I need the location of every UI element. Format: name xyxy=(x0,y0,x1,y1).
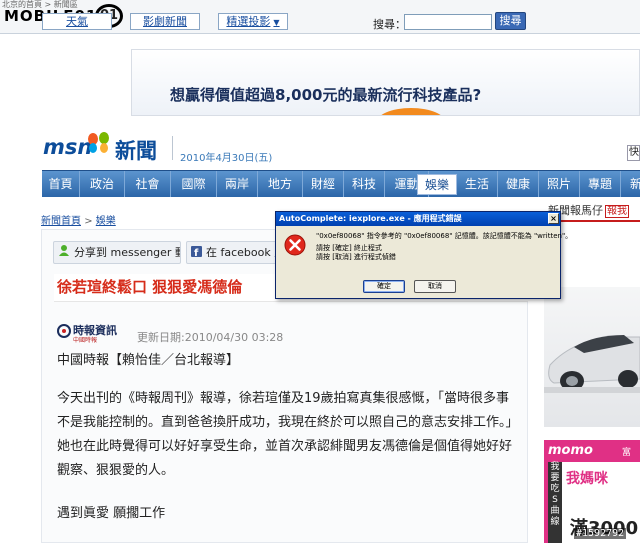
nav-item-home[interactable]: 首頁 xyxy=(42,171,80,197)
publisher-emblem-icon xyxy=(57,324,71,338)
image-watermark: #1592792 xyxy=(574,528,627,539)
publisher-logo[interactable]: 時報資訊 中國時報 xyxy=(57,322,117,344)
nav-item-new[interactable]: 新 xyxy=(621,171,640,197)
ad-text: 想贏得價值超過8,000元的最新流行科技產品? xyxy=(170,86,482,104)
nav-item-international[interactable]: 國際 xyxy=(171,171,217,197)
article-subheading: 遇到眞愛 願擱工作 xyxy=(57,506,166,521)
facebook-icon: f xyxy=(191,243,202,264)
chevron-down-icon: ▼ xyxy=(273,18,280,27)
share-facebook-button[interactable]: f 在 facebook 上 xyxy=(186,241,281,264)
nav-item-politics[interactable]: 政治 xyxy=(80,171,125,197)
nav-item-features[interactable]: 專題 xyxy=(580,171,621,197)
dialog-message: "0x0ef80068" 指令參考的 "0x0ef80068" 記憶體。該記憶體… xyxy=(316,232,572,265)
nav-item-cross-strait[interactable]: 兩岸 xyxy=(217,171,258,197)
search-label: 搜尋： xyxy=(373,18,406,31)
section-title: 新聞 xyxy=(115,139,157,163)
nav-item-photos[interactable]: 照片 xyxy=(539,171,580,197)
share-messenger-label: 分享到 messenger 動態 xyxy=(74,246,180,259)
dialog-title: AutoComplete: iexplore.exe - 應用程式錯誤 xyxy=(276,212,560,226)
svg-text:f: f xyxy=(194,248,199,257)
dialog-message-line2: 請按 [確定] 終止程式 xyxy=(316,244,382,252)
nav-item-life[interactable]: 生活 xyxy=(457,171,498,197)
msn-wordmark: msn xyxy=(43,135,93,159)
ad-banner[interactable]: 想贏得價值超過8,000元的最新流行科技產品? xyxy=(131,49,640,116)
car-image xyxy=(544,335,640,393)
nav-item-entertainment[interactable]: 娛樂 xyxy=(417,174,457,195)
article-paragraph: 今天出刊的《時報周刊》報導，徐若瑄僅及19歲拍寫真集很感慨，「當時很多事不是我能… xyxy=(57,391,519,478)
msn-butterfly-icon xyxy=(88,132,109,153)
share-messenger-button[interactable]: 分享到 messenger 動態 xyxy=(53,241,181,264)
site-topbar: 北京的首頁 > 新聞區 MOBILE01 01 天氣 影劇新聞 精選投影▼ 搜尋… xyxy=(0,0,640,34)
dialog-cancel-button[interactable]: 取消 xyxy=(414,280,456,293)
main-nav: 首頁 政治 社會 國際 兩岸 地方 財經 科技 運動 娛樂 生活 健康 照片 專… xyxy=(42,170,640,197)
breadcrumb-home-link[interactable]: 新聞首頁 xyxy=(41,216,81,227)
article-byline: 中國時報【賴怡佳／台北報導】 xyxy=(57,353,240,368)
messenger-buddy-icon xyxy=(58,243,70,264)
header-divider xyxy=(172,136,173,160)
dialog-ok-button[interactable]: 確定 xyxy=(363,280,405,293)
error-icon xyxy=(284,234,306,256)
toplink-featured-dropdown[interactable]: 精選投影 ▼ xyxy=(218,13,288,30)
search-button[interactable]: 搜尋 xyxy=(495,12,526,30)
nav-item-health[interactable]: 健康 xyxy=(498,171,539,197)
header-date: 2010年4月30日(五) xyxy=(180,153,273,164)
ad-decoration xyxy=(376,108,446,115)
momo-side-label: 我要吃S曲線 xyxy=(548,462,562,543)
breadcrumb-separator: > xyxy=(84,216,93,227)
breadcrumb: 新聞首頁 > 娛樂 xyxy=(41,212,116,227)
breadcrumb-current-link[interactable]: 娛樂 xyxy=(96,216,116,227)
dialog-message-line1: "0x0ef80068" 指令參考的 "0x0ef80068" 記憶體。該記憶體… xyxy=(316,232,573,240)
toplink-weather[interactable]: 天氣 xyxy=(42,13,112,30)
nav-item-society[interactable]: 社會 xyxy=(125,171,171,197)
momo-bubble-text: 我媽咪 xyxy=(566,471,608,487)
article-update-time: 更新日期:2010/04/30 03:28 xyxy=(137,331,284,344)
nav-item-technology[interactable]: 科技 xyxy=(344,171,385,197)
car-ad-photo[interactable] xyxy=(544,287,640,427)
header-quicklink[interactable]: 快 xyxy=(627,145,640,161)
dialog-message-line3: 請按 [取消] 進行程式偵錯 xyxy=(316,253,396,261)
app-error-dialog: AutoComplete: iexplore.exe - 應用程式錯誤 × "0… xyxy=(275,211,572,299)
close-icon[interactable]: × xyxy=(548,213,559,224)
sidebar-news-tipster: 新聞報馬仔 報我 xyxy=(548,202,640,222)
share-facebook-label: 在 facebook 上 xyxy=(206,246,281,259)
toplink-entertainment-news[interactable]: 影劇新聞 xyxy=(130,13,200,30)
nav-item-finance[interactable]: 財經 xyxy=(303,171,344,197)
sidebar-report-link[interactable]: 報我 xyxy=(605,205,629,218)
publisher-subtitle: 中國時報 xyxy=(73,337,98,344)
search-input[interactable] xyxy=(404,14,492,30)
momo-brand: momo xyxy=(548,443,593,458)
nav-item-local[interactable]: 地方 xyxy=(258,171,303,197)
momo-brand-suffix: 富 xyxy=(622,448,632,458)
